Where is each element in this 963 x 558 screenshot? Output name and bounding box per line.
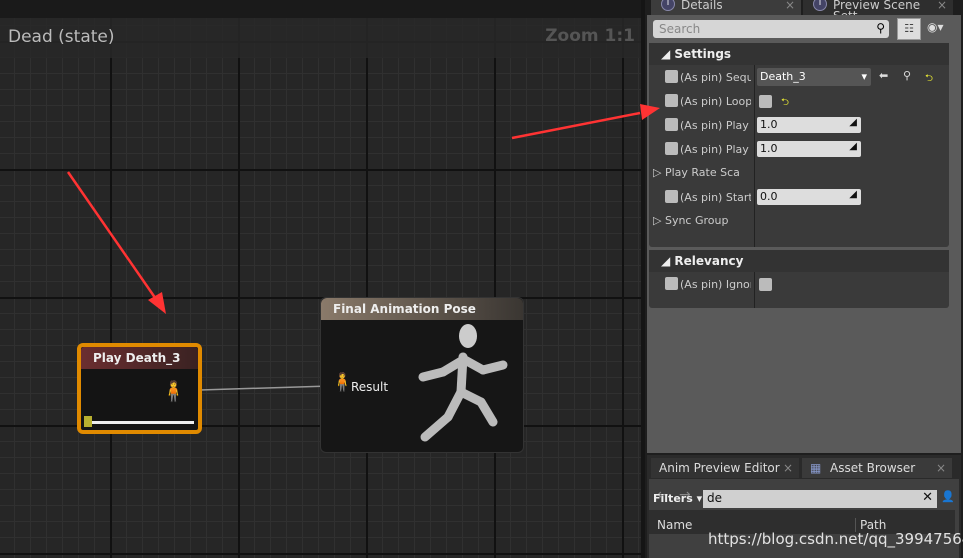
view-options-eye-icon[interactable]: ◉▾ [927,20,944,34]
sequence-dropdown[interactable]: Death_3 ▾ [757,68,871,86]
result-pin-label: Result [351,380,389,394]
playback-knob[interactable] [84,416,92,427]
relevancy-header[interactable]: ◢ Relevancy [649,250,949,272]
pose-output-pin-icon[interactable]: 🧍 [161,379,186,403]
property-row-play-rate-scale-bias[interactable]: ▷ Play Rate Scale Bias Clamp [649,161,949,185]
user-icon[interactable]: 👤 [941,490,955,503]
settings-section: ◢ Settings (As pin) Sequence Death_3▾ ⬅ … [649,43,949,247]
close-icon[interactable]: × [785,0,795,11]
play-rate-input[interactable]: 1.0 ◢ [757,117,861,133]
column-name[interactable]: Name [657,518,692,532]
info-icon: i [661,0,675,11]
property-matrix-button[interactable]: ☷ [897,18,921,40]
anim-graph[interactable]: Dead (state) Zoom 1:1 Play Death_3 🧍 Fin… [0,0,641,558]
property-row-start-position: (As pin) Start Position 0.0◢ [649,185,949,209]
search-input[interactable]: Search ⚲ [653,20,889,38]
spin-handle-icon: ◢ [849,141,857,152]
spin-handle-icon: ◢ [849,189,857,200]
as-pin-checkbox[interactable] [665,118,678,131]
expand-triangle-icon: ▷ [653,214,665,227]
red-arrow-left [66,171,166,314]
ignore-relevancy-checkbox[interactable] [759,278,772,291]
watermark: https://blog.csdn.net/qq_39947564 [708,530,963,548]
relevancy-section: ◢ Relevancy (As pin) Ignore for Relevanc… [649,250,949,308]
property-row-ignore-relevancy: (As pin) Ignore for Relevancy Test [649,272,949,296]
as-pin-checkbox[interactable] [665,190,678,203]
property-row-sequence: (As pin) Sequence Death_3▾ ⬅ ⚲ ⮌ [649,65,949,89]
close-icon: × [935,461,946,475]
start-position-input[interactable]: 0.0 ◢ [757,189,861,205]
close-icon: × [782,461,793,475]
tab-anim-preview-editor[interactable]: Anim Preview Editor × [651,458,799,478]
as-pin-checkbox[interactable] [665,277,678,290]
node-title: Final Animation Pose [321,298,523,320]
asset-search-input[interactable]: de ✕ [703,490,937,508]
search-icon: ⚲ [876,21,885,35]
details-panel: Search ⚲ ☷ ◉▾ ◢ Settings (As pin) Sequenc… [647,15,961,453]
tab-asset-browser[interactable]: ▦ Asset Browser × [802,458,952,478]
property-row-loop: (As pin) Loop Animation ⮌ [649,89,949,113]
reset-to-default-icon[interactable]: ⮌ [925,71,933,88]
spin-handle-icon: ◢ [849,117,857,128]
pose-wire [199,385,331,391]
graph-overlay [66,171,331,391]
as-pin-checkbox[interactable] [665,142,678,155]
search-placeholder: Search [659,22,701,36]
play-death-node[interactable]: Play Death_3 🧍 [77,343,202,434]
use-selected-arrow-icon[interactable]: ⬅ [879,69,888,82]
tab-label: Details [681,0,723,12]
playback-bar [86,421,194,424]
right-panel: i Details × i Preview Scene Sett × Searc… [645,0,963,558]
tab-preview-scene-settings[interactable]: i Preview Scene Sett × [803,0,953,22]
property-row-sync-group[interactable]: ▷ Sync Group [649,209,949,233]
play-rate-basis-input[interactable]: 1.0 ◢ [757,141,861,157]
loop-animation-checkbox[interactable] [759,95,772,108]
final-animation-pose-node[interactable]: Final Animation Pose 🧍 Result [320,297,524,453]
asset-browser-icon: ▦ [810,461,822,475]
expand-triangle-icon: ▷ [653,166,665,179]
info-icon: i [813,0,827,11]
reset-to-default-icon[interactable]: ⮌ [781,95,789,112]
running-mannequin-icon [418,324,508,442]
tab-details[interactable]: i Details × [651,0,801,15]
as-pin-checkbox[interactable] [665,70,678,83]
chevron-down-icon: ▾ [861,70,867,83]
filters-button[interactable]: Filters ▾ [653,492,702,505]
clear-icon: ✕ [922,490,933,505]
close-icon[interactable]: × [937,0,947,11]
as-pin-checkbox[interactable] [665,94,678,107]
browse-search-icon[interactable]: ⚲ [903,69,911,82]
node-title: Play Death_3 [81,347,198,369]
settings-header[interactable]: ◢ Settings [649,43,949,65]
property-row-play-rate-basis: (As pin) Play Rate Basis 1.0◢ [649,137,949,161]
property-row-play-rate: (As pin) Play Rate 1.0◢ [649,113,949,137]
